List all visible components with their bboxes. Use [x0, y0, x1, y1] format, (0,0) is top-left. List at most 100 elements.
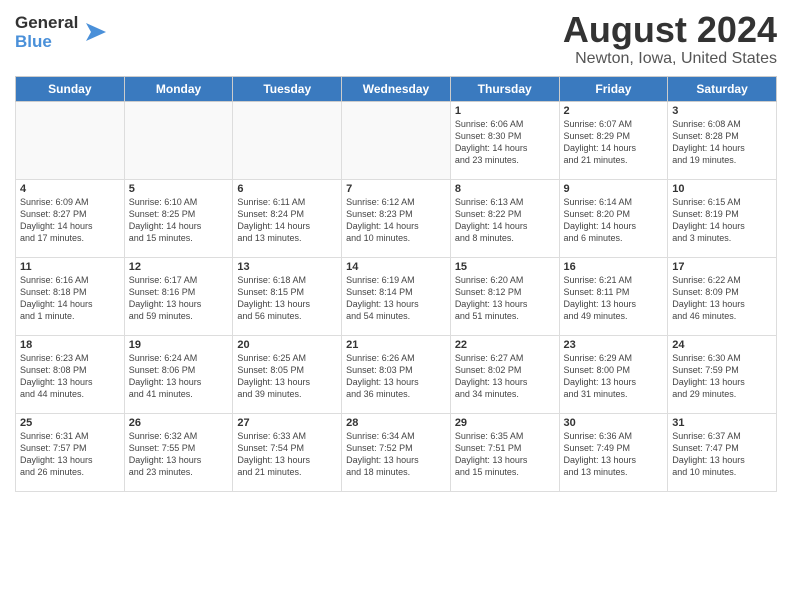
day-number: 23: [564, 339, 664, 351]
calendar-cell: 12Sunrise: 6:17 AM Sunset: 8:16 PM Dayli…: [124, 257, 233, 335]
calendar-cell: 15Sunrise: 6:20 AM Sunset: 8:12 PM Dayli…: [450, 257, 559, 335]
calendar-cell: 10Sunrise: 6:15 AM Sunset: 8:19 PM Dayli…: [668, 179, 777, 257]
day-number: 19: [129, 339, 229, 351]
day-info: Sunrise: 6:33 AM Sunset: 7:54 PM Dayligh…: [237, 430, 337, 479]
day-info: Sunrise: 6:26 AM Sunset: 8:03 PM Dayligh…: [346, 352, 446, 401]
day-number: 27: [237, 417, 337, 429]
calendar-cell: 18Sunrise: 6:23 AM Sunset: 8:08 PM Dayli…: [16, 335, 125, 413]
calendar-cell: 1Sunrise: 6:06 AM Sunset: 8:30 PM Daylig…: [450, 101, 559, 179]
calendar-week-row: 4Sunrise: 6:09 AM Sunset: 8:27 PM Daylig…: [16, 179, 777, 257]
day-info: Sunrise: 6:18 AM Sunset: 8:15 PM Dayligh…: [237, 274, 337, 323]
day-number: 2: [564, 105, 664, 117]
main-title: August 2024: [563, 10, 777, 50]
logo-icon: [81, 18, 111, 48]
day-info: Sunrise: 6:35 AM Sunset: 7:51 PM Dayligh…: [455, 430, 555, 479]
day-info: Sunrise: 6:10 AM Sunset: 8:25 PM Dayligh…: [129, 196, 229, 245]
day-number: 13: [237, 261, 337, 273]
logo-line2: Blue: [15, 32, 52, 51]
calendar-cell: 13Sunrise: 6:18 AM Sunset: 8:15 PM Dayli…: [233, 257, 342, 335]
day-info: Sunrise: 6:21 AM Sunset: 8:11 PM Dayligh…: [564, 274, 664, 323]
day-info: Sunrise: 6:31 AM Sunset: 7:57 PM Dayligh…: [20, 430, 120, 479]
calendar-cell: 5Sunrise: 6:10 AM Sunset: 8:25 PM Daylig…: [124, 179, 233, 257]
day-info: Sunrise: 6:29 AM Sunset: 8:00 PM Dayligh…: [564, 352, 664, 401]
day-number: 8: [455, 183, 555, 195]
day-info: Sunrise: 6:32 AM Sunset: 7:55 PM Dayligh…: [129, 430, 229, 479]
weekday-header: Wednesday: [342, 76, 451, 101]
weekday-header: Monday: [124, 76, 233, 101]
day-info: Sunrise: 6:24 AM Sunset: 8:06 PM Dayligh…: [129, 352, 229, 401]
calendar-cell: 20Sunrise: 6:25 AM Sunset: 8:05 PM Dayli…: [233, 335, 342, 413]
day-info: Sunrise: 6:20 AM Sunset: 8:12 PM Dayligh…: [455, 274, 555, 323]
day-info: Sunrise: 6:11 AM Sunset: 8:24 PM Dayligh…: [237, 196, 337, 245]
day-number: 21: [346, 339, 446, 351]
calendar-cell: [233, 101, 342, 179]
calendar-week-row: 1Sunrise: 6:06 AM Sunset: 8:30 PM Daylig…: [16, 101, 777, 179]
logo: General Blue: [15, 14, 111, 51]
calendar-cell: 9Sunrise: 6:14 AM Sunset: 8:20 PM Daylig…: [559, 179, 668, 257]
calendar-cell: 2Sunrise: 6:07 AM Sunset: 8:29 PM Daylig…: [559, 101, 668, 179]
calendar-cell: 21Sunrise: 6:26 AM Sunset: 8:03 PM Dayli…: [342, 335, 451, 413]
calendar-cell: 17Sunrise: 6:22 AM Sunset: 8:09 PM Dayli…: [668, 257, 777, 335]
calendar-table: SundayMondayTuesdayWednesdayThursdayFrid…: [15, 76, 777, 492]
calendar-cell: 14Sunrise: 6:19 AM Sunset: 8:14 PM Dayli…: [342, 257, 451, 335]
day-number: 26: [129, 417, 229, 429]
day-info: Sunrise: 6:22 AM Sunset: 8:09 PM Dayligh…: [672, 274, 772, 323]
calendar-cell: 31Sunrise: 6:37 AM Sunset: 7:47 PM Dayli…: [668, 413, 777, 491]
logo-text: General Blue: [15, 14, 111, 51]
day-info: Sunrise: 6:25 AM Sunset: 8:05 PM Dayligh…: [237, 352, 337, 401]
day-number: 20: [237, 339, 337, 351]
weekday-header: Thursday: [450, 76, 559, 101]
calendar-cell: 16Sunrise: 6:21 AM Sunset: 8:11 PM Dayli…: [559, 257, 668, 335]
calendar-cell: 11Sunrise: 6:16 AM Sunset: 8:18 PM Dayli…: [16, 257, 125, 335]
day-info: Sunrise: 6:13 AM Sunset: 8:22 PM Dayligh…: [455, 196, 555, 245]
day-number: 31: [672, 417, 772, 429]
day-number: 12: [129, 261, 229, 273]
calendar-cell: 28Sunrise: 6:34 AM Sunset: 7:52 PM Dayli…: [342, 413, 451, 491]
day-info: Sunrise: 6:14 AM Sunset: 8:20 PM Dayligh…: [564, 196, 664, 245]
day-number: 18: [20, 339, 120, 351]
calendar-cell: 29Sunrise: 6:35 AM Sunset: 7:51 PM Dayli…: [450, 413, 559, 491]
day-info: Sunrise: 6:07 AM Sunset: 8:29 PM Dayligh…: [564, 118, 664, 167]
day-number: 15: [455, 261, 555, 273]
calendar-cell: 26Sunrise: 6:32 AM Sunset: 7:55 PM Dayli…: [124, 413, 233, 491]
day-info: Sunrise: 6:15 AM Sunset: 8:19 PM Dayligh…: [672, 196, 772, 245]
day-number: 17: [672, 261, 772, 273]
logo-line1: General: [15, 13, 78, 32]
title-area: August 2024 Newton, Iowa, United States: [563, 10, 777, 68]
day-number: 30: [564, 417, 664, 429]
day-number: 4: [20, 183, 120, 195]
day-info: Sunrise: 6:19 AM Sunset: 8:14 PM Dayligh…: [346, 274, 446, 323]
day-number: 1: [455, 105, 555, 117]
calendar-cell: 8Sunrise: 6:13 AM Sunset: 8:22 PM Daylig…: [450, 179, 559, 257]
weekday-header: Friday: [559, 76, 668, 101]
day-number: 11: [20, 261, 120, 273]
day-number: 6: [237, 183, 337, 195]
day-info: Sunrise: 6:27 AM Sunset: 8:02 PM Dayligh…: [455, 352, 555, 401]
day-number: 28: [346, 417, 446, 429]
page-container: General Blue August 2024 Newton, Iowa, U…: [0, 0, 792, 502]
calendar-cell: [342, 101, 451, 179]
calendar-cell: 7Sunrise: 6:12 AM Sunset: 8:23 PM Daylig…: [342, 179, 451, 257]
calendar-cell: 30Sunrise: 6:36 AM Sunset: 7:49 PM Dayli…: [559, 413, 668, 491]
calendar-cell: [124, 101, 233, 179]
calendar-cell: [16, 101, 125, 179]
day-number: 3: [672, 105, 772, 117]
day-info: Sunrise: 6:37 AM Sunset: 7:47 PM Dayligh…: [672, 430, 772, 479]
day-info: Sunrise: 6:06 AM Sunset: 8:30 PM Dayligh…: [455, 118, 555, 167]
day-number: 29: [455, 417, 555, 429]
calendar-cell: 25Sunrise: 6:31 AM Sunset: 7:57 PM Dayli…: [16, 413, 125, 491]
day-info: Sunrise: 6:30 AM Sunset: 7:59 PM Dayligh…: [672, 352, 772, 401]
day-info: Sunrise: 6:23 AM Sunset: 8:08 PM Dayligh…: [20, 352, 120, 401]
day-info: Sunrise: 6:34 AM Sunset: 7:52 PM Dayligh…: [346, 430, 446, 479]
calendar-cell: 27Sunrise: 6:33 AM Sunset: 7:54 PM Dayli…: [233, 413, 342, 491]
day-info: Sunrise: 6:12 AM Sunset: 8:23 PM Dayligh…: [346, 196, 446, 245]
day-number: 10: [672, 183, 772, 195]
subtitle: Newton, Iowa, United States: [563, 50, 777, 68]
day-number: 22: [455, 339, 555, 351]
calendar-week-row: 25Sunrise: 6:31 AM Sunset: 7:57 PM Dayli…: [16, 413, 777, 491]
day-info: Sunrise: 6:09 AM Sunset: 8:27 PM Dayligh…: [20, 196, 120, 245]
day-number: 25: [20, 417, 120, 429]
calendar-cell: 23Sunrise: 6:29 AM Sunset: 8:00 PM Dayli…: [559, 335, 668, 413]
day-number: 16: [564, 261, 664, 273]
calendar-cell: 4Sunrise: 6:09 AM Sunset: 8:27 PM Daylig…: [16, 179, 125, 257]
